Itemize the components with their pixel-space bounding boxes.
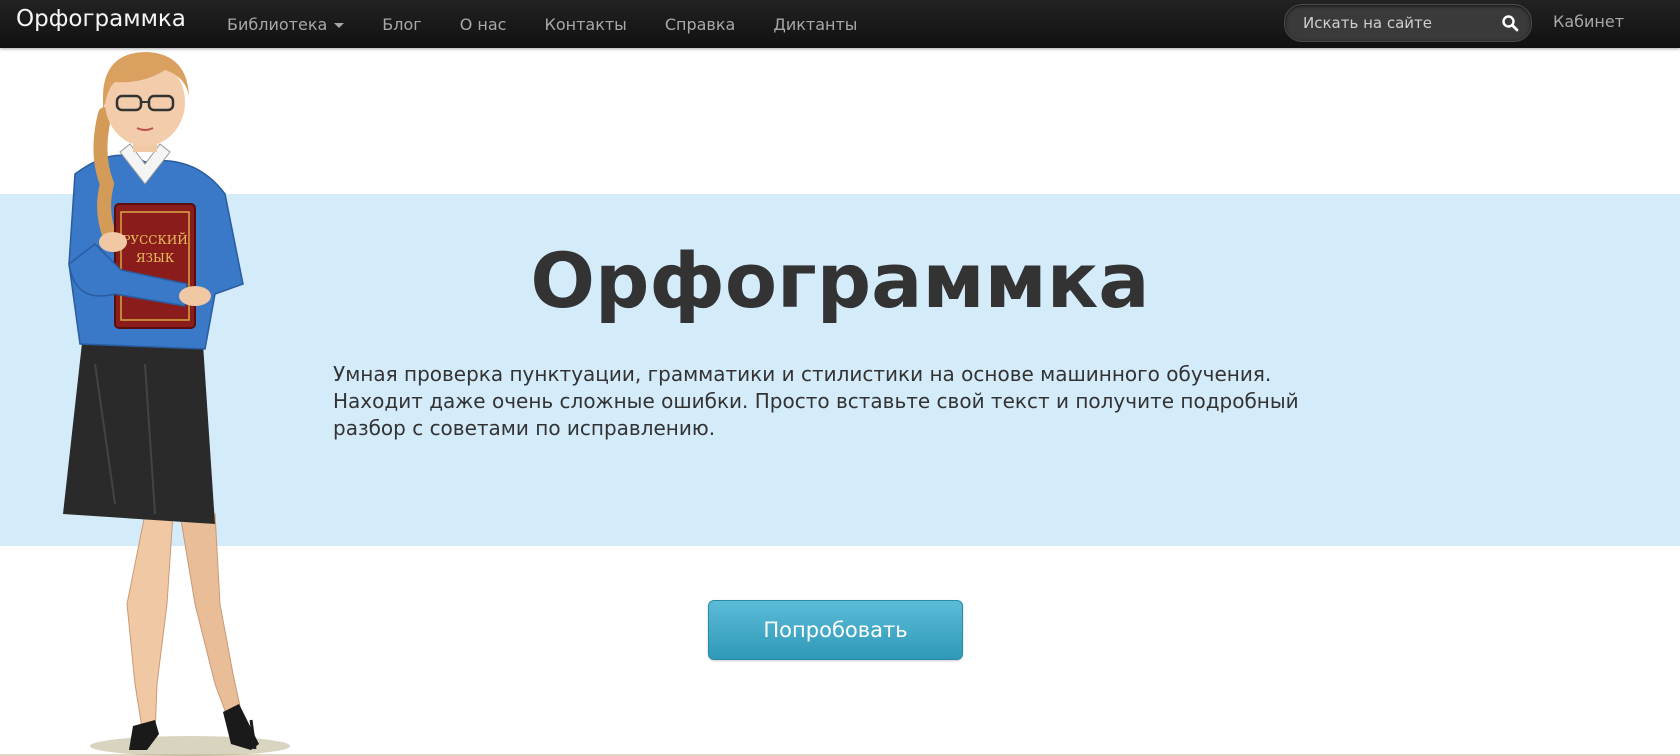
nav-item-contacts[interactable]: Контакты <box>544 15 626 34</box>
hero-line: Умная проверка пунктуации, грамматики и … <box>333 362 1272 386</box>
top-navbar: Орфограммка Библиотека Блог О нас Контак… <box>0 0 1680 48</box>
teacher-illustration: РУССКИЙ ЯЗЫК <box>63 52 290 756</box>
brand-logo[interactable]: Орфограммка <box>16 6 186 32</box>
hero-line: Находит даже очень сложные ошибки. Прост… <box>333 389 1299 413</box>
book-title-line-1: РУССКИЙ <box>122 231 187 247</box>
hero-line: разбор с советами по исправлению. <box>333 416 716 440</box>
hero-description: Умная проверка пунктуации, грамматики и … <box>333 361 1313 442</box>
cabinet-link[interactable]: Кабинет <box>1553 12 1624 31</box>
hero-title-text: Орфограммка <box>530 236 1150 325</box>
try-button[interactable]: Попробовать <box>708 600 963 660</box>
nav-links: Библиотека Блог О нас Контакты Справка Д… <box>208 0 876 48</box>
search-icon[interactable] <box>1501 14 1519 32</box>
nav-item-help[interactable]: Справка <box>665 15 736 34</box>
search-box <box>1284 4 1532 42</box>
nav-item-blog[interactable]: Блог <box>382 15 421 34</box>
book-title-line-2: ЯЗЫК <box>136 251 175 265</box>
nav-item-dictations[interactable]: Диктанты <box>773 15 857 34</box>
nav-item-library[interactable]: Библиотека <box>227 14 345 34</box>
nav-item-about[interactable]: О нас <box>460 15 507 34</box>
chevron-down-icon <box>334 22 345 28</box>
nav-item-library-label: Библиотека <box>227 14 328 34</box>
search-input[interactable] <box>1303 13 1493 33</box>
